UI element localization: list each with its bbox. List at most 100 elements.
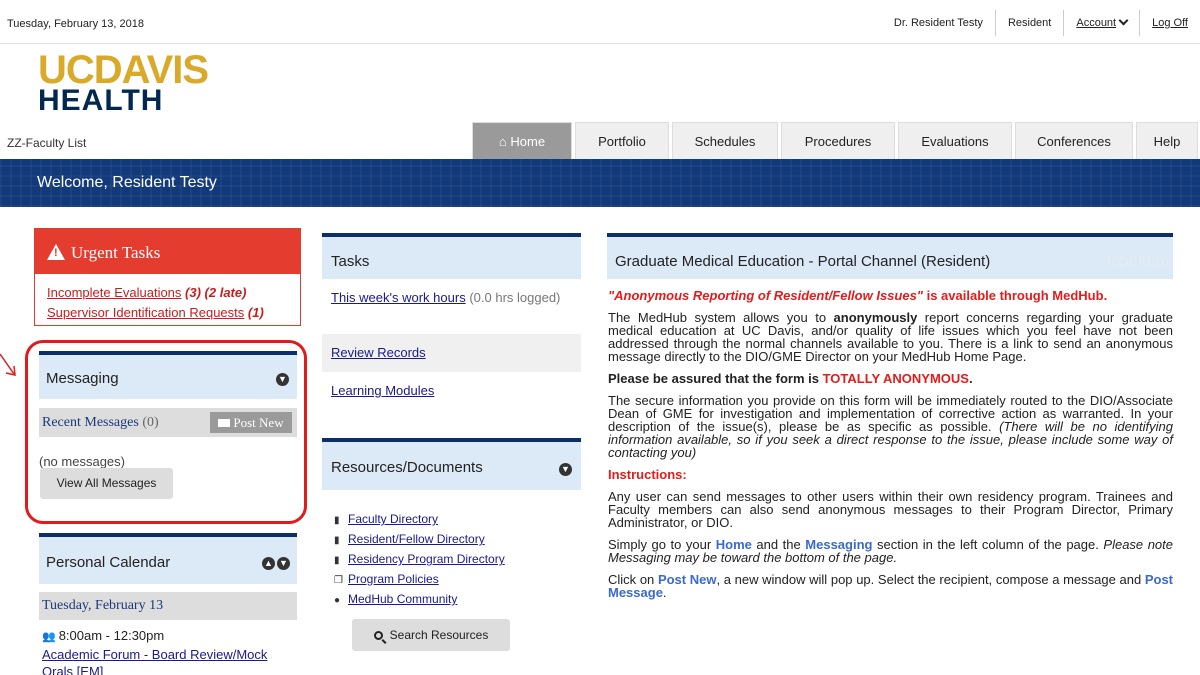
locked-badge: (LOCKED) [1106, 254, 1169, 269]
gme-paragraph-5: Click on Post New, a new window will pop… [608, 573, 1173, 599]
expand-down-icon[interactable]: ▼ [559, 463, 572, 476]
gme-instructions-heading: Instructions: [608, 468, 1173, 481]
supervisor-requests-count: (1) [247, 305, 264, 320]
list-item: Review Records [322, 334, 581, 372]
work-hours-link[interactable]: This week's work hours [331, 290, 466, 305]
welcome-text: Welcome, Resident Testy [37, 174, 217, 191]
list-item: Learning Modules [322, 372, 581, 410]
incomplete-evaluations-link[interactable]: Incomplete Evaluations [47, 285, 181, 300]
calendar-day: Tuesday, February 13 [39, 592, 297, 620]
tab-conferences[interactable]: Conferences [1015, 122, 1133, 159]
account-label[interactable]: Account [1076, 17, 1116, 29]
p5-c: . [662, 585, 667, 600]
headline-italic: "Anonymous Reporting of Resident/Fellow … [608, 288, 923, 303]
tab-procedures[interactable]: Procedures [781, 122, 895, 159]
top-bar: Tuesday, February 13, 2018 Dr. Resident … [0, 0, 1200, 44]
resources-title: Resources/Documents [331, 459, 483, 476]
gme-paragraph-4: Simply go to your Home and the Messaging… [608, 538, 1173, 564]
work-hours-note: (0.0 hrs logged) [469, 290, 561, 305]
book-icon: ▮ [334, 515, 340, 526]
program-directory-link[interactable]: Residency Program Directory [348, 552, 505, 566]
medhub-community-link[interactable]: MedHub Community [348, 592, 457, 606]
gme-assured: Please be assured that the form is TOTAL… [608, 372, 1173, 385]
book-icon: ▮ [334, 555, 340, 566]
tab-help[interactable]: Help [1136, 122, 1198, 159]
messaging-header: Messaging ▼ [39, 351, 297, 399]
messaging-panel: Messaging ▼ Recent Messages (0) Post New… [39, 351, 297, 499]
list-item: ▮ Residency Program Directory [334, 550, 581, 570]
book-icon: ▮ [334, 535, 340, 546]
p5-post-new: Post New [657, 572, 717, 587]
envelope-icon [218, 419, 231, 427]
headline-rest: is available through MedHub. [922, 288, 1108, 303]
incomplete-evaluations-count: (3) (2 late) [185, 285, 247, 300]
gme-body: "Anonymous Reporting of Resident/Fellow … [607, 279, 1173, 599]
gme-paragraph-3: Any user can send messages to other user… [608, 489, 1173, 530]
user-menu: Dr. Resident Testy Resident Account Log … [882, 10, 1200, 36]
globe-icon: ● [334, 595, 341, 606]
event-link[interactable]: Academic Forum - Board Review/Mock Orals… [42, 647, 267, 675]
faculty-directory-link[interactable]: Faculty Directory [348, 512, 438, 526]
urgent-tasks-title: Urgent Tasks [71, 243, 161, 262]
p5-b: , a new window will pop up. Select the r… [716, 572, 1145, 587]
messaging-title: Messaging [46, 370, 119, 387]
tab-home[interactable]: ⌂ Home [472, 122, 572, 159]
warning-icon [47, 244, 65, 260]
annotation-arrow [0, 353, 16, 376]
calendar-title: Personal Calendar [46, 554, 171, 571]
post-new-label: Post New [233, 415, 284, 430]
welcome-banner: Welcome, Resident Testy [0, 159, 1200, 207]
gme-paragraph-1: The MedHub system allows you to anonymou… [608, 311, 1173, 363]
personal-calendar-panel: Personal Calendar ▲ ▼ Tuesday, February … [39, 533, 297, 675]
account-menu[interactable]: Account [1063, 10, 1139, 36]
ucdavis-health-logo: UCDAVIS HEALTH [38, 50, 209, 116]
urgent-tasks-header: Urgent Tasks [35, 229, 300, 274]
post-new-button[interactable]: Post New [210, 412, 292, 433]
resources-list: ▮ Faculty Directory ▮ Resident/Fellow Dire… [322, 510, 581, 610]
logoff-link[interactable]: Log Off [1139, 10, 1200, 36]
gme-header: Graduate Medical Education - Portal Chan… [607, 233, 1173, 279]
gme-portal-panel: Graduate Medical Education - Portal Chan… [607, 233, 1173, 675]
tab-schedules[interactable]: Schedules [672, 122, 778, 159]
documents-icon: ❐ [334, 575, 343, 586]
recent-messages-label: Recent Messages [42, 415, 139, 430]
user-role: Resident [994, 10, 1063, 36]
list-item: ▮ Resident/Fellow Directory [334, 530, 581, 550]
no-messages-text: (no messages) [39, 454, 125, 469]
resident-directory-link[interactable]: Resident/Fellow Directory [348, 532, 485, 546]
program-policies-link[interactable]: Program Policies [348, 572, 439, 586]
current-date: Tuesday, February 13, 2018 [7, 18, 144, 30]
calendar-header: Personal Calendar ▲ ▼ [39, 533, 297, 584]
search-resources-button[interactable]: Search Resources [352, 619, 510, 651]
review-records-link[interactable]: Review Records [331, 345, 426, 360]
logoff-label[interactable]: Log Off [1152, 17, 1188, 29]
calendar-event: 👥 8:00am - 12:30pm Academic Forum - Board… [39, 627, 297, 675]
program-name: ZZ-Faculty List [7, 136, 87, 150]
recent-messages-count: (0) [142, 415, 159, 430]
collapse-up-icon[interactable]: ▲ [262, 557, 275, 570]
list-item: This week's work hours (0.0 hrs logged) [322, 279, 581, 334]
assured-end: . [968, 371, 973, 386]
chevron-down-icon [1118, 15, 1129, 26]
user-name: Dr. Resident Testy [893, 17, 983, 29]
main-nav: ⌂ Home Portfolio Schedules Procedures Ev… [472, 122, 1198, 159]
view-all-messages-button[interactable]: View All Messages [40, 468, 173, 499]
assured-text: Please be assured that the form is [608, 371, 823, 386]
expand-down-icon[interactable]: ▼ [277, 557, 290, 570]
tab-home-label: Home [510, 134, 546, 149]
list-item: ▮ Faculty Directory [334, 510, 581, 530]
event-time: 8:00am - 12:30pm [58, 628, 165, 643]
list-item: ● MedHub Community [334, 590, 581, 610]
gme-paragraph-2: The secure information you provide on th… [608, 394, 1173, 459]
recent-messages-bar: Recent Messages (0) Post New [39, 408, 297, 437]
supervisor-requests-link[interactable]: Supervisor Identification Requests [47, 305, 244, 320]
tab-evaluations[interactable]: Evaluations [898, 122, 1012, 159]
tab-portfolio[interactable]: Portfolio [575, 122, 669, 159]
search-resources-label: Search Resources [389, 628, 489, 642]
expand-down-icon[interactable]: ▼ [276, 373, 289, 386]
resources-header: Resources/Documents ▼ [322, 438, 581, 490]
learning-modules-link[interactable]: Learning Modules [331, 383, 434, 398]
gme-title: Graduate Medical Education - Portal Chan… [615, 253, 991, 270]
instructions-label: Instructions: [608, 467, 687, 482]
list-item: ❐ Program Policies [334, 570, 581, 590]
